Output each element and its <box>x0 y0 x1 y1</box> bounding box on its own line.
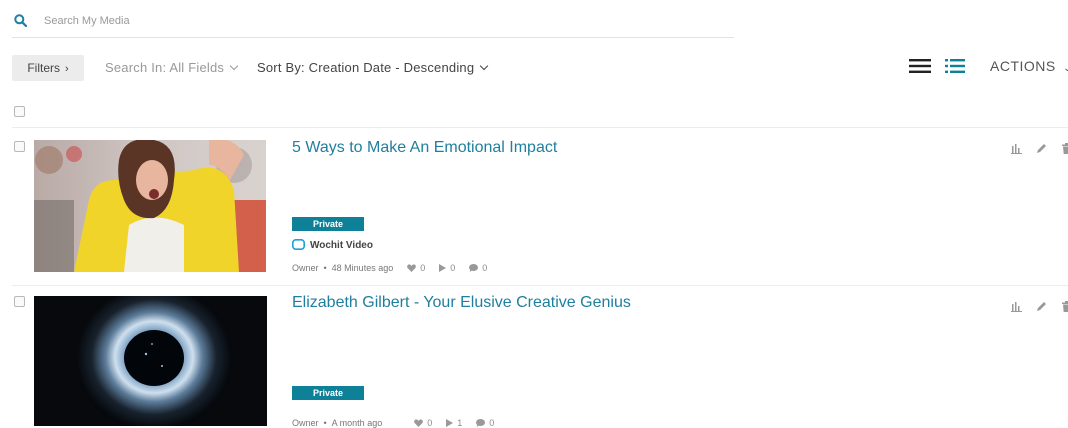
chevron-down-icon <box>229 61 239 71</box>
sort-by-dropdown[interactable]: Sort By: Creation Date - Descending <box>257 60 489 75</box>
analytics-icon[interactable] <box>1011 299 1022 312</box>
channel-name: Wochit Video <box>310 240 373 251</box>
actions-menu[interactable]: ACTIONS ⌄ <box>990 58 1068 74</box>
plays-stat: 0 <box>439 263 455 273</box>
search-bar <box>12 6 734 38</box>
chevron-right-icon: › <box>65 63 69 75</box>
edit-pencil-icon[interactable] <box>1036 299 1047 311</box>
search-in-dropdown[interactable]: Search In: All Fields <box>105 60 239 75</box>
separator-dot: • <box>323 263 327 273</box>
row-checkbox[interactable] <box>14 296 25 307</box>
likes-count: 0 <box>427 418 433 428</box>
owner-label: Owner <box>292 263 319 273</box>
media-meta: Owner • 48 Minutes ago 0 0 0 <box>292 263 487 273</box>
search-in-label: Search In: All Fields <box>105 60 225 75</box>
likes-stat: 0 <box>407 263 425 273</box>
chevron-down-icon <box>480 61 489 71</box>
comments-stat: 0 <box>476 418 494 428</box>
plays-count: 1 <box>457 418 463 428</box>
chevron-down-icon: ⌄ <box>1063 63 1068 74</box>
created-time: 48 Minutes ago <box>331 263 394 273</box>
comments-stat: 0 <box>469 263 487 273</box>
filters-button[interactable]: Filters › <box>12 55 84 81</box>
likes-stat: 0 <box>414 418 432 428</box>
comments-count: 0 <box>489 418 495 428</box>
created-time: A month ago <box>331 418 383 428</box>
channel-link[interactable]: Wochit Video <box>292 239 373 251</box>
edit-pencil-icon[interactable] <box>1036 141 1047 153</box>
actions-label: ACTIONS <box>990 58 1056 74</box>
row-actions <box>1011 299 1068 312</box>
sort-by-label: Sort By: Creation Date - Descending <box>257 60 475 75</box>
list-view-icon[interactable] <box>909 58 931 74</box>
separator-dot: • <box>323 418 327 428</box>
wochit-logo-icon <box>292 239 305 250</box>
likes-count: 0 <box>420 263 426 273</box>
thumbnail-image <box>34 140 266 272</box>
plays-count: 0 <box>450 263 456 273</box>
play-icon <box>439 264 447 272</box>
search-input[interactable] <box>44 12 644 30</box>
filters-label: Filters <box>27 61 60 75</box>
delete-trash-icon[interactable] <box>1061 141 1068 154</box>
private-badge: Private <box>292 386 364 400</box>
divider <box>12 285 1068 286</box>
private-badge: Private <box>292 217 364 231</box>
divider <box>12 127 1068 128</box>
analytics-icon[interactable] <box>1011 141 1022 154</box>
search-icon[interactable] <box>14 14 27 27</box>
media-meta: Owner • A month ago 0 1 0 <box>292 418 494 428</box>
media-thumbnail[interactable] <box>34 140 266 272</box>
row-checkbox[interactable] <box>14 141 25 152</box>
heart-icon <box>407 264 417 272</box>
detailed-view-icon[interactable] <box>945 58 965 74</box>
comment-icon <box>469 264 479 272</box>
select-all-checkbox[interactable] <box>14 106 25 117</box>
owner-label: Owner <box>292 418 319 428</box>
media-title[interactable]: Elizabeth Gilbert - Your Elusive Creativ… <box>292 294 631 312</box>
comments-count: 0 <box>482 263 488 273</box>
row-actions <box>1011 141 1068 154</box>
media-thumbnail[interactable] <box>34 296 267 426</box>
delete-trash-icon[interactable] <box>1061 299 1068 312</box>
thumbnail-image <box>34 296 267 426</box>
plays-stat: 1 <box>446 418 462 428</box>
media-title[interactable]: 5 Ways to Make An Emotional Impact <box>292 139 557 157</box>
